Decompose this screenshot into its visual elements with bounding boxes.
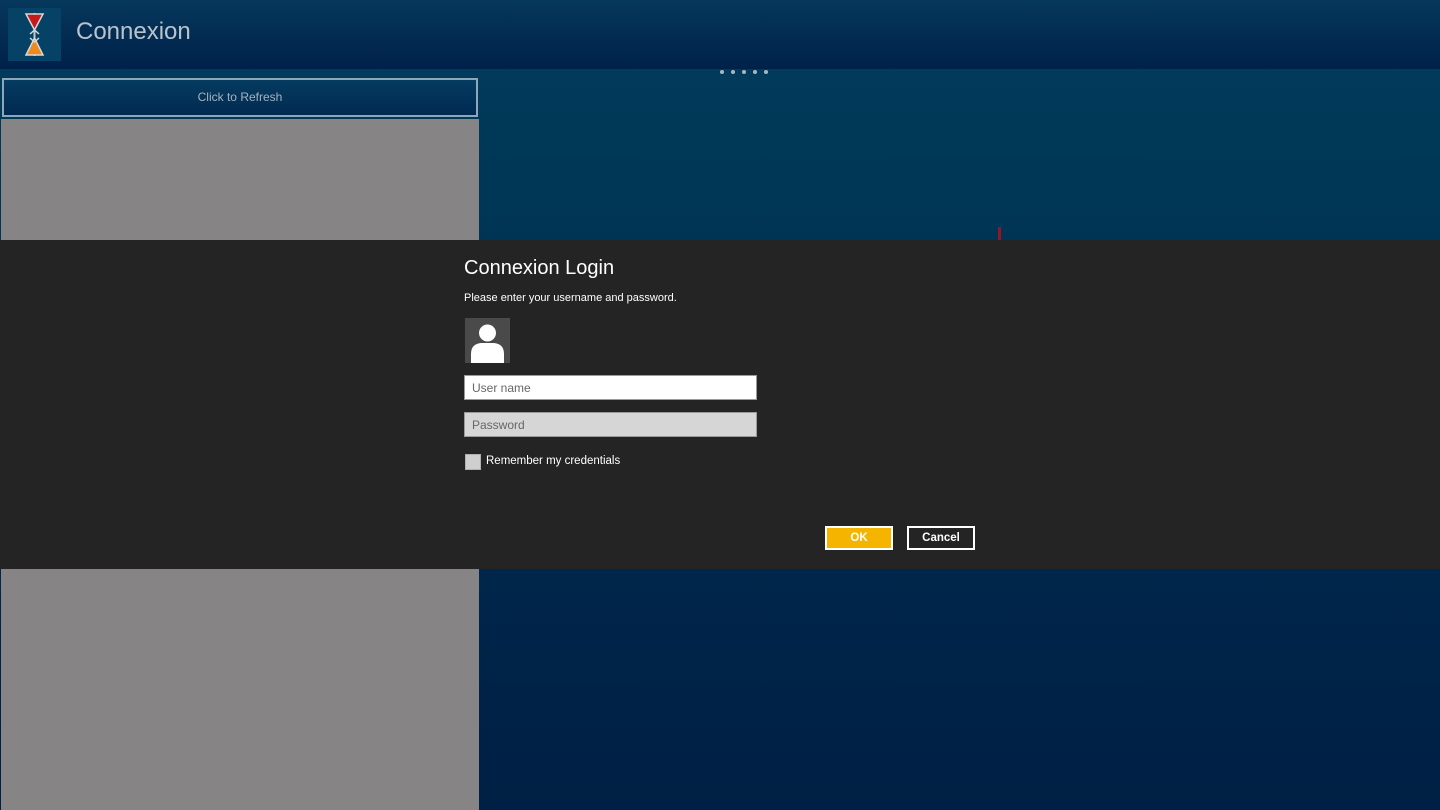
cancel-button[interactable]: Cancel [907,526,975,550]
remember-credentials-label: Remember my credentials [486,455,621,467]
login-dialog [0,240,1440,569]
remember-credentials-checkbox[interactable] [465,454,481,470]
loading-dot [720,70,724,74]
refresh-button[interactable]: Click to Refresh [2,78,478,117]
dialog-title: Connexion Login [464,257,615,279]
connexion-logo-icon [8,8,61,61]
loading-dot [742,70,746,74]
loading-dot [731,70,735,74]
user-avatar-icon [465,318,510,363]
username-input[interactable] [464,375,757,400]
indicator-mark [998,227,1001,240]
app-header: Connexion [0,0,1440,69]
ok-button[interactable]: OK [825,526,893,550]
loading-indicator [720,70,768,74]
dialog-subtitle: Please enter your username and password. [464,292,677,304]
password-input[interactable] [464,412,757,437]
app-title: Connexion [76,18,191,45]
loading-dot [753,70,757,74]
loading-dot [764,70,768,74]
